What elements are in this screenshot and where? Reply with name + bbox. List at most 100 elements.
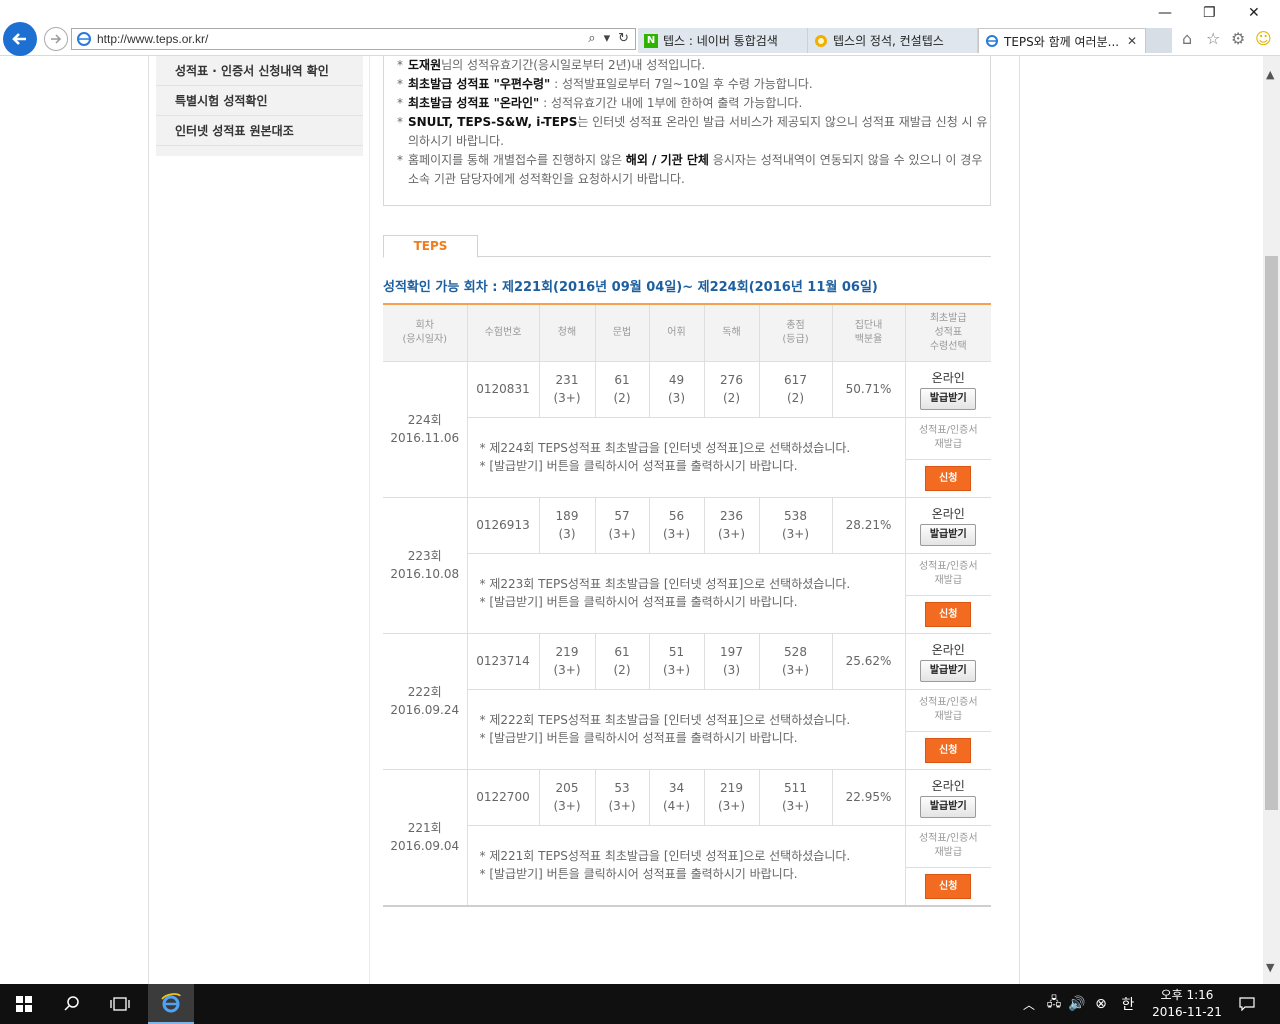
tab-teps[interactable]: TEPS와 함께 여러분... ✕ — [978, 28, 1146, 53]
apply-button[interactable]: 신청 — [925, 465, 972, 491]
forward-button[interactable] — [44, 27, 68, 51]
show-hidden-icons-icon[interactable]: ︿ — [1020, 984, 1038, 1024]
consultteps-icon — [814, 34, 828, 48]
clock[interactable]: 오후 1:16 2016-11-21 — [1148, 987, 1226, 1021]
settings-gear-icon[interactable]: ⚙ — [1231, 29, 1245, 48]
table-header-row: 회차 (응시일자) 수험번호 청해 문법 어휘 독해 총점 (등급) 집단내 백분율 … — [383, 304, 991, 362]
tab-naver[interactable]: N 텝스 : 네이버 통합검색 — [638, 28, 808, 53]
message-line: * 제221회 TEPS성적표 최초발급을 [인터넷 성적표]으로 선택하셨습니… — [479, 849, 851, 863]
table-row-message: * 제223회 TEPS성적표 최초발급을 [인터넷 성적표]으로 선택하셨습니… — [383, 552, 991, 634]
table-row-message: * 제222회 TEPS성적표 최초발급을 [인터넷 성적표]으로 선택하셨습니… — [383, 688, 991, 770]
listening-cell: 219 (3+) — [538, 632, 596, 690]
message-line: * 제223회 TEPS성적표 최초발급을 [인터넷 성적표]으로 선택하셨습니… — [479, 577, 851, 591]
network-icon[interactable]: 🖧 — [1044, 984, 1064, 1024]
exam-no-cell: 0126913 — [466, 496, 540, 554]
dropdown-icon[interactable]: ▾ — [604, 31, 611, 46]
arrow-left-icon — [12, 33, 26, 45]
reissue-cell: 성적표/인증서 재발급 신청 — [904, 688, 991, 770]
scroll-down-icon[interactable]: ▼ — [1266, 961, 1274, 974]
header-exam-no: 수험번호 — [466, 304, 540, 362]
volume-icon[interactable]: 🔊 — [1068, 984, 1086, 1024]
sidebar-item-certificate-history[interactable]: 성적표 · 인증서 신청내역 확인 — [156, 56, 363, 86]
reissue-label: 성적표/인증서 — [918, 833, 978, 844]
header-vocab: 어휘 — [648, 304, 705, 362]
message-cell: * 제223회 TEPS성적표 최초발급을 [인터넷 성적표]으로 선택하셨습니… — [466, 552, 906, 634]
taskbar-ie-button[interactable] — [148, 984, 194, 1024]
header-session: 회차 (응시일자) — [383, 304, 468, 362]
favorites-icon[interactable]: ☆ — [1206, 29, 1220, 48]
online-label: 온라인 — [931, 506, 965, 521]
page-viewport: 성적표 · 인증서 신청내역 확인 특별시험 성적확인 인터넷 성적표 원본대조… — [0, 56, 1263, 984]
table-row-message: * 제224회 TEPS성적표 최초발급을 [인터넷 성적표]으로 선택하셨습니… — [383, 416, 991, 498]
back-button[interactable] — [3, 22, 37, 56]
reissue-cell: 성적표/인증서 재발급 신청 — [904, 824, 991, 906]
ie-page-icon — [77, 32, 91, 46]
exam-no-cell: 0123714 — [466, 632, 540, 690]
listening-cell: 189 (3) — [538, 496, 596, 554]
search-taskbar-button[interactable] — [48, 984, 96, 1024]
scroll-thumb[interactable] — [1265, 256, 1278, 810]
score-table: 회차 (응시일자) 수험번호 청해 문법 어휘 독해 총점 (등급) 집단내 백분율 … — [383, 303, 991, 907]
message-line: * 제222회 TEPS성적표 최초발급을 [인터넷 성적표]으로 선택하셨습니… — [479, 713, 851, 727]
clock-time: 오후 1:16 — [1160, 988, 1214, 1002]
message-line: * 제224회 TEPS성적표 최초발급을 [인터넷 성적표]으로 선택하셨습니… — [479, 441, 851, 455]
ime-indicator[interactable]: 한 — [1118, 984, 1138, 1024]
vertical-scrollbar[interactable]: ▲ ▼ — [1263, 56, 1280, 984]
notice-line: SNULT, TEPS-S&W, i-TEPS는 인터넷 성적표 온라인 발급 … — [397, 113, 990, 151]
notice-box: 도재원님의 성적유효기간(응시일로부터 2년)내 성적입니다. 최초발급 성적표… — [383, 56, 991, 206]
vocab-cell: 51 (3+) — [648, 632, 705, 690]
table-row: 221회 2016.09.04 0122700 205 (3+) 53 (3+) 34 (4+)… — [383, 768, 991, 906]
issue-button[interactable]: 발급받기 — [920, 795, 977, 818]
sidebar-item-special-exam[interactable]: 특별시험 성적확인 — [156, 86, 363, 116]
total-cell: 528 (3+) — [758, 632, 833, 690]
action-center-button[interactable] — [1232, 984, 1262, 1024]
header-grammar: 문법 — [594, 304, 650, 362]
issue-button[interactable]: 발급받기 — [920, 387, 977, 410]
refresh-icon[interactable]: ↻ — [618, 31, 629, 46]
new-tab-button[interactable] — [1146, 28, 1172, 53]
table-row-message: * 제221회 TEPS성적표 최초발급을 [인터넷 성적표]으로 선택하셨습니… — [383, 824, 991, 906]
task-view-button[interactable] — [96, 984, 144, 1024]
notice-line: 최초발급 성적표 "우편수령" : 성적발표일로부터 7일~10일 후 수령 가… — [397, 75, 990, 94]
listening-cell: 205 (3+) — [538, 768, 596, 826]
reading-cell: 236 (3+) — [703, 496, 760, 554]
search-icon[interactable]: ⌕ — [588, 31, 595, 46]
apply-button[interactable]: 신청 — [925, 873, 972, 899]
message-cell: * 제224회 TEPS성적표 최초발급을 [인터넷 성적표]으로 선택하셨습니… — [466, 416, 906, 498]
address-bar[interactable]: http://www.teps.or.kr/ ⌕ ▾ ↻ — [71, 28, 636, 50]
header-total: 총점 (등급) — [758, 304, 833, 362]
issue-button[interactable]: 발급받기 — [920, 659, 977, 682]
reissue-label: 재발급 — [934, 439, 963, 450]
grammar-cell: 61 (2) — [594, 632, 650, 690]
browser-chrome: http://www.teps.or.kr/ ⌕ ▾ ↻ N 텝스 : 네이버 … — [0, 0, 1280, 56]
tab-consultteps[interactable]: 텝스의 정석, 컨설텝스 — [808, 28, 978, 53]
home-icon[interactable]: ⌂ — [1182, 29, 1192, 48]
table-row: 222회 2016.09.24 0123714 219 (3+) 61 (2) 51 (3+) 1… — [383, 632, 991, 770]
tab-teps-scores[interactable]: TEPS — [383, 235, 478, 258]
minimize-icon[interactable]: — — [1158, 5, 1172, 21]
notification-x-icon[interactable]: ⊗ — [1092, 984, 1110, 1024]
smiley-feedback-icon[interactable]: ☺ — [1255, 29, 1272, 48]
percentile-cell: 50.71% — [831, 360, 906, 418]
message-cell: * 제222회 TEPS성적표 최초발급을 [인터넷 성적표]으로 선택하셨습니… — [466, 688, 906, 770]
issue-cell: 온라인 발급받기 — [904, 632, 991, 690]
table-row: 223회 2016.10.08 0126913 189 (3) 57 (3+) 56 (3+) 2… — [383, 496, 991, 634]
apply-button[interactable]: 신청 — [925, 737, 972, 763]
apply-button[interactable]: 신청 — [925, 601, 972, 627]
exam-no-cell: 0122700 — [466, 768, 540, 826]
internet-explorer-icon — [161, 993, 181, 1013]
listening-cell: 231 (3+) — [538, 360, 596, 418]
tab-label: TEPS와 함께 여러분... — [1004, 34, 1120, 49]
issue-button[interactable]: 발급받기 — [920, 523, 977, 546]
task-view-icon — [110, 997, 130, 1011]
start-button[interactable] — [0, 984, 48, 1024]
restore-icon[interactable]: ❐ — [1203, 5, 1216, 21]
close-window-icon[interactable]: ✕ — [1248, 5, 1260, 21]
table-row: 224회 2016.11.06 0120831 231 (3+) 61 (2) 49 (3) 27… — [383, 360, 991, 498]
scroll-up-icon[interactable]: ▲ — [1266, 68, 1274, 81]
header-reading: 독해 — [703, 304, 760, 362]
close-tab-icon[interactable]: ✕ — [1127, 34, 1137, 48]
taskbar: ︿ 🖧 🔊 ⊗ 한 오후 1:16 2016-11-21 — [0, 984, 1280, 1024]
reissue-label: 재발급 — [934, 711, 963, 722]
sidebar-item-original-check[interactable]: 인터넷 성적표 원본대조 — [156, 116, 363, 146]
